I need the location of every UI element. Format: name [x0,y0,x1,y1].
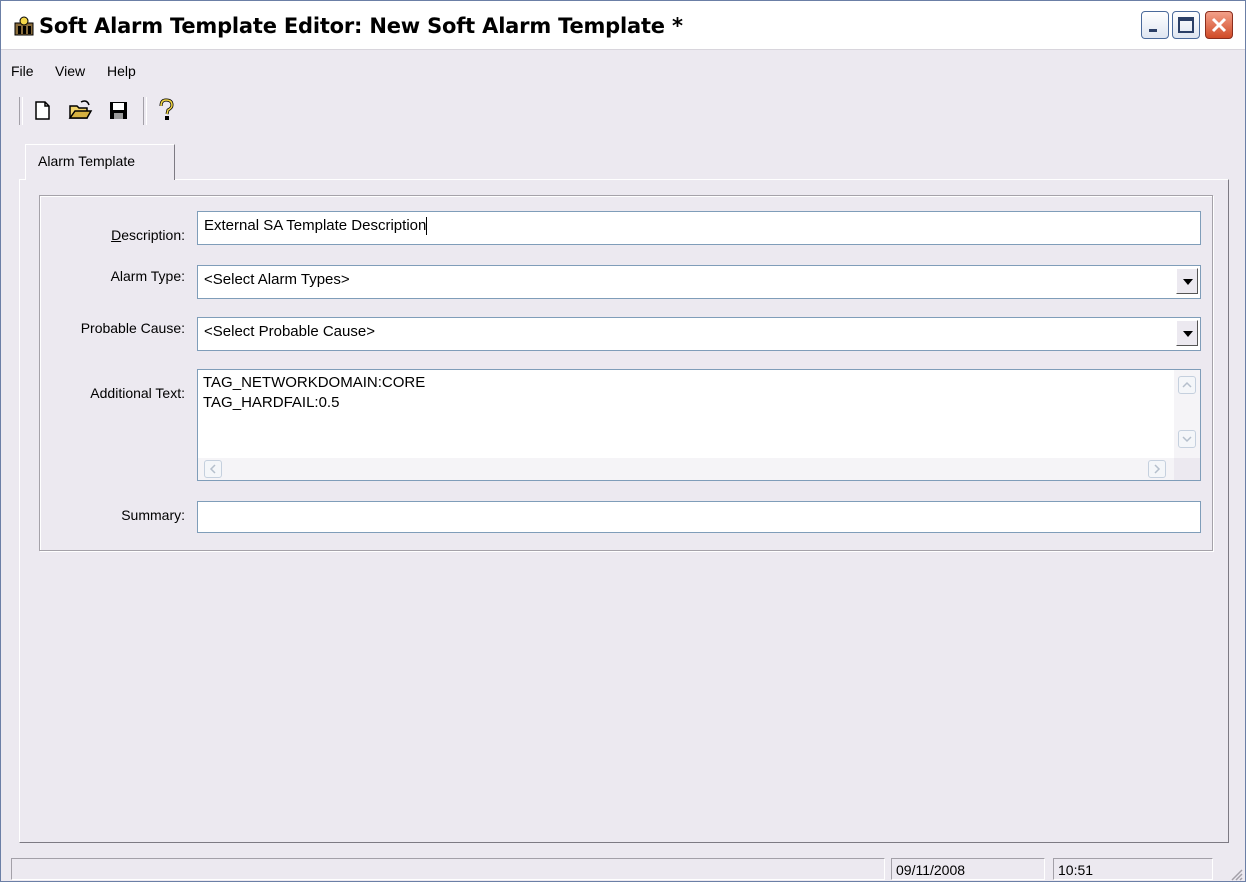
alarm-type-dropdown-button[interactable] [1176,268,1198,294]
scroll-up-button[interactable] [1178,376,1196,394]
tab-label: Alarm Template [38,153,136,169]
chevron-down-icon [1183,331,1193,337]
close-icon [1211,17,1227,33]
minimize-button[interactable] [1141,11,1169,39]
alarm-type-select[interactable]: <Select Alarm Types> [197,265,1201,299]
title-bar[interactable]: Soft Alarm Template Editor: New Soft Ala… [1,1,1245,50]
description-value: External SA Template Description [204,217,427,234]
menu-file[interactable]: File [11,63,34,79]
help-button[interactable] [153,96,179,124]
text-cursor [426,217,428,236]
new-button[interactable] [29,96,55,124]
save-button[interactable] [105,96,131,124]
save-icon [110,102,127,119]
scroll-left-button[interactable] [204,460,222,478]
resize-grip-icon[interactable] [1229,867,1243,881]
minimize-icon [1149,29,1157,32]
probable-cause-value: <Select Probable Cause> [204,323,375,340]
scroll-corner [1174,458,1200,480]
new-document-icon [35,101,50,120]
toolbar-separator [19,97,23,125]
open-button[interactable] [67,96,93,124]
menu-bar: File View Help [1,51,1245,87]
additional-text-label: Additional Text: [90,385,185,401]
app-icon [14,16,34,36]
chevron-up-icon [1182,381,1192,388]
scroll-down-button[interactable] [1178,430,1196,448]
alarm-type-value: <Select Alarm Types> [204,271,350,288]
menu-view[interactable]: View [55,63,85,79]
chevron-left-icon [209,464,216,474]
description-label-text: escription: [121,227,185,243]
summary-field[interactable] [197,501,1201,533]
scroll-right-button[interactable] [1148,460,1166,478]
additional-text-value: TAG_NETWORKDOMAIN:CORE TAG_HARDFAIL:0.5 [203,374,426,411]
status-bar: 09/11/2008 10:51 [1,855,1245,883]
description-label: Description: [111,227,185,243]
vertical-scrollbar[interactable] [1174,370,1200,458]
maximize-icon [1178,17,1194,33]
description-field[interactable]: External SA Template Description [197,211,1201,245]
probable-cause-label: Probable Cause: [80,320,185,336]
chevron-right-icon [1154,464,1161,474]
close-button[interactable] [1205,11,1233,39]
toolbar [1,89,1245,131]
chevron-down-icon [1182,436,1192,443]
additional-text-area[interactable]: TAG_NETWORKDOMAIN:CORE TAG_HARDFAIL:0.5 [197,369,1201,481]
status-panel-main [11,858,885,880]
probable-cause-select[interactable]: <Select Probable Cause> [197,317,1201,351]
alarm-type-label: Alarm Type: [110,268,185,284]
probable-cause-dropdown-button[interactable] [1176,320,1198,346]
menu-help[interactable]: Help [107,63,136,79]
chevron-down-icon [1183,279,1193,285]
status-date: 09/11/2008 [891,858,1045,880]
tab-alarm-template[interactable]: Alarm Template [25,144,175,180]
app-window: Soft Alarm Template Editor: New Soft Ala… [0,0,1246,882]
status-time: 10:51 [1053,858,1213,880]
help-icon [159,98,174,120]
horizontal-scrollbar[interactable] [198,458,1174,480]
open-folder-icon [68,100,93,119]
toolbar-separator [143,97,147,125]
maximize-button[interactable] [1172,11,1200,39]
summary-label: Summary: [121,507,185,523]
window-title: Soft Alarm Template Editor: New Soft Ala… [39,14,683,38]
